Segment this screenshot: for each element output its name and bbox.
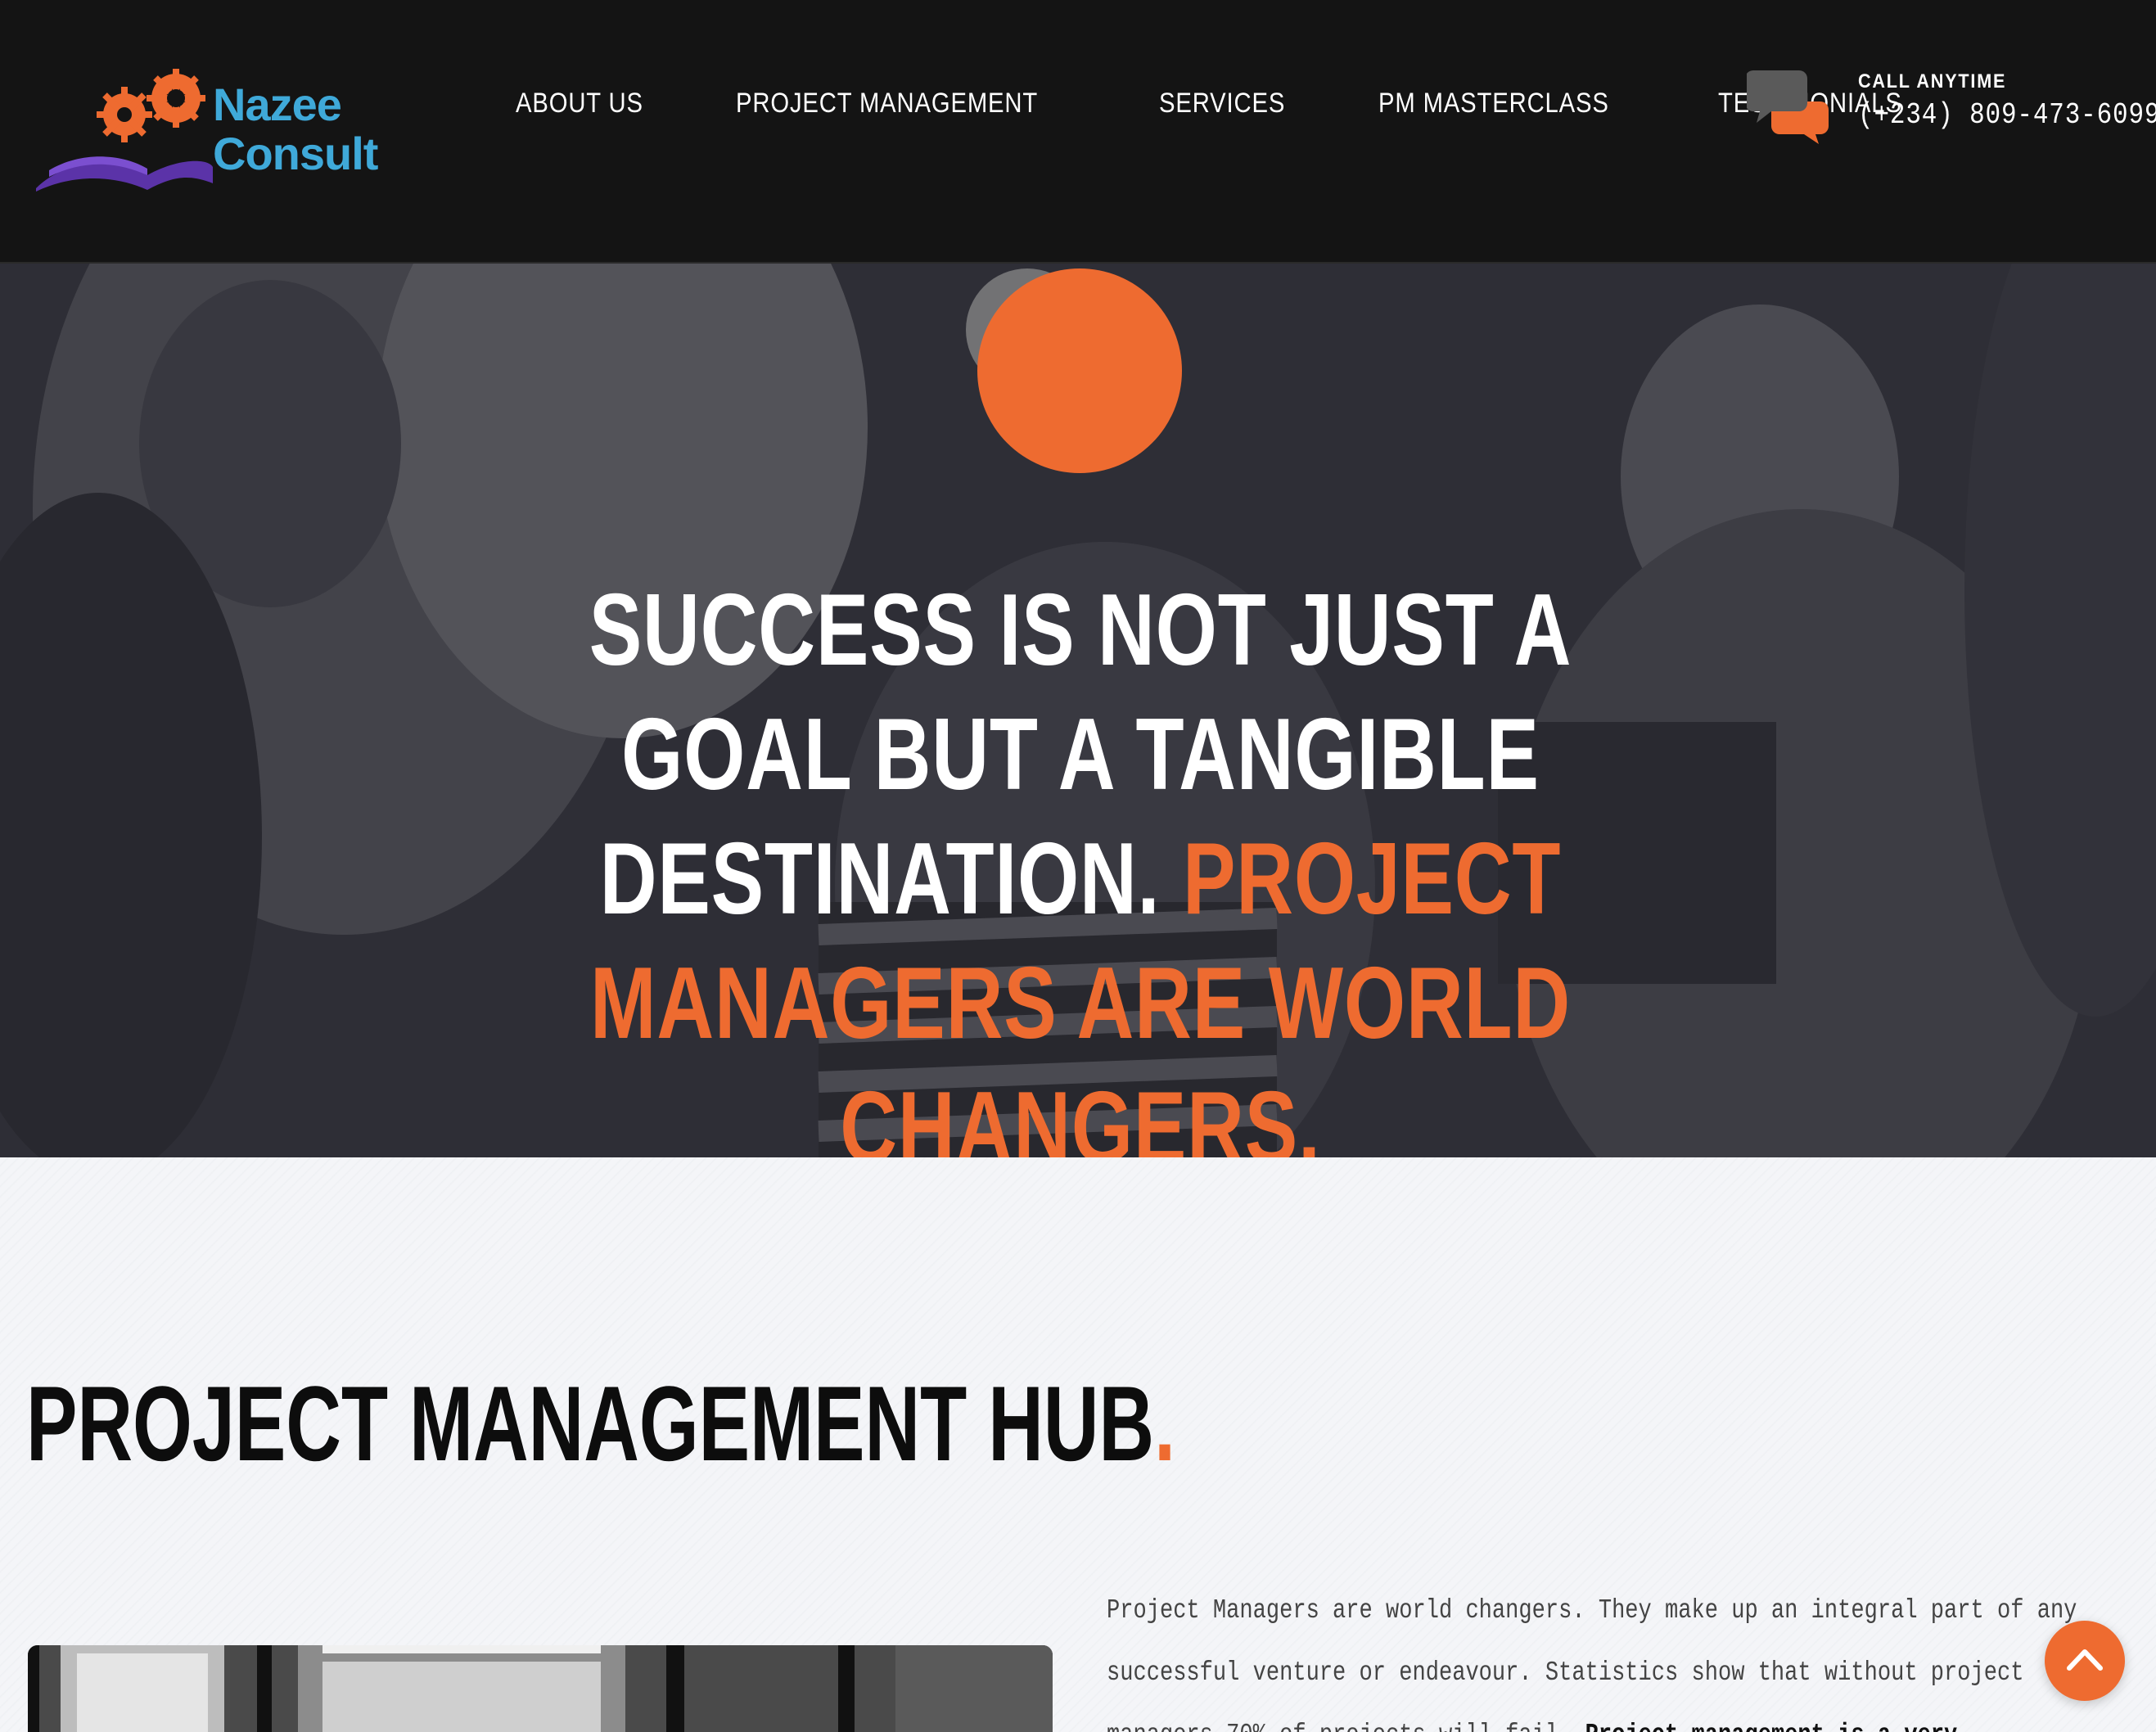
hero-headline: SUCCESS IS NOT JUST A GOAL BUT A TANGIBL… <box>512 568 1649 1157</box>
phone-number[interactable]: (+234) 809-473-6099 <box>1858 98 2156 132</box>
office-photo <box>28 1645 1053 1732</box>
decor-orange-circle <box>977 268 1182 473</box>
logo-gears-book-icon <box>36 69 213 192</box>
call-label: CALL ANYTIME <box>1858 70 2007 92</box>
hub-paragraph-bold: Project management is a very <box>1585 1720 1958 1732</box>
nav-project-management[interactable]: PROJECT MANAGEMENT <box>736 79 1038 128</box>
chat-bubbles-icon <box>1747 70 1829 144</box>
call-anytime[interactable]: CALL ANYTIME (+234) 809-473-6099 <box>1747 62 2156 152</box>
nazee-consult-logo[interactable]: Nazee Consult <box>33 69 409 196</box>
hub-paragraph: Project Managers are world changers. The… <box>1107 1580 2100 1732</box>
nav-pm-masterclass[interactable]: PM MASTERCLASS <box>1378 79 1609 128</box>
chevron-up-icon <box>2067 1649 2103 1671</box>
section-title: PROJECT MANAGEMENT HUB. <box>26 1362 1175 1485</box>
scroll-to-top-button[interactable] <box>2045 1621 2125 1701</box>
hero-banner: SUCCESS IS NOT JUST A GOAL BUT A TANGIBL… <box>0 264 2156 1157</box>
nav-about-us[interactable]: ABOUT US <box>516 79 643 128</box>
hub-office-image <box>28 1645 1053 1732</box>
logo-wordmark: Nazee Consult <box>213 79 378 179</box>
section-title-dot: . <box>1154 1364 1176 1483</box>
project-management-hub-section: PROJECT MANAGEMENT HUB. Project Managers… <box>0 1157 2156 1732</box>
logo-name-line1: Nazee <box>213 79 342 130</box>
hub-paragraph-text: Project Managers are world changers. The… <box>1107 1595 2077 1732</box>
section-title-text: PROJECT MANAGEMENT HUB <box>26 1364 1155 1483</box>
nav-services[interactable]: SERVICES <box>1159 79 1285 128</box>
logo-name-line2: Consult <box>213 128 378 179</box>
site-header: Nazee Consult ABOUT US PROJECT MANAGEMEN… <box>0 0 2156 264</box>
